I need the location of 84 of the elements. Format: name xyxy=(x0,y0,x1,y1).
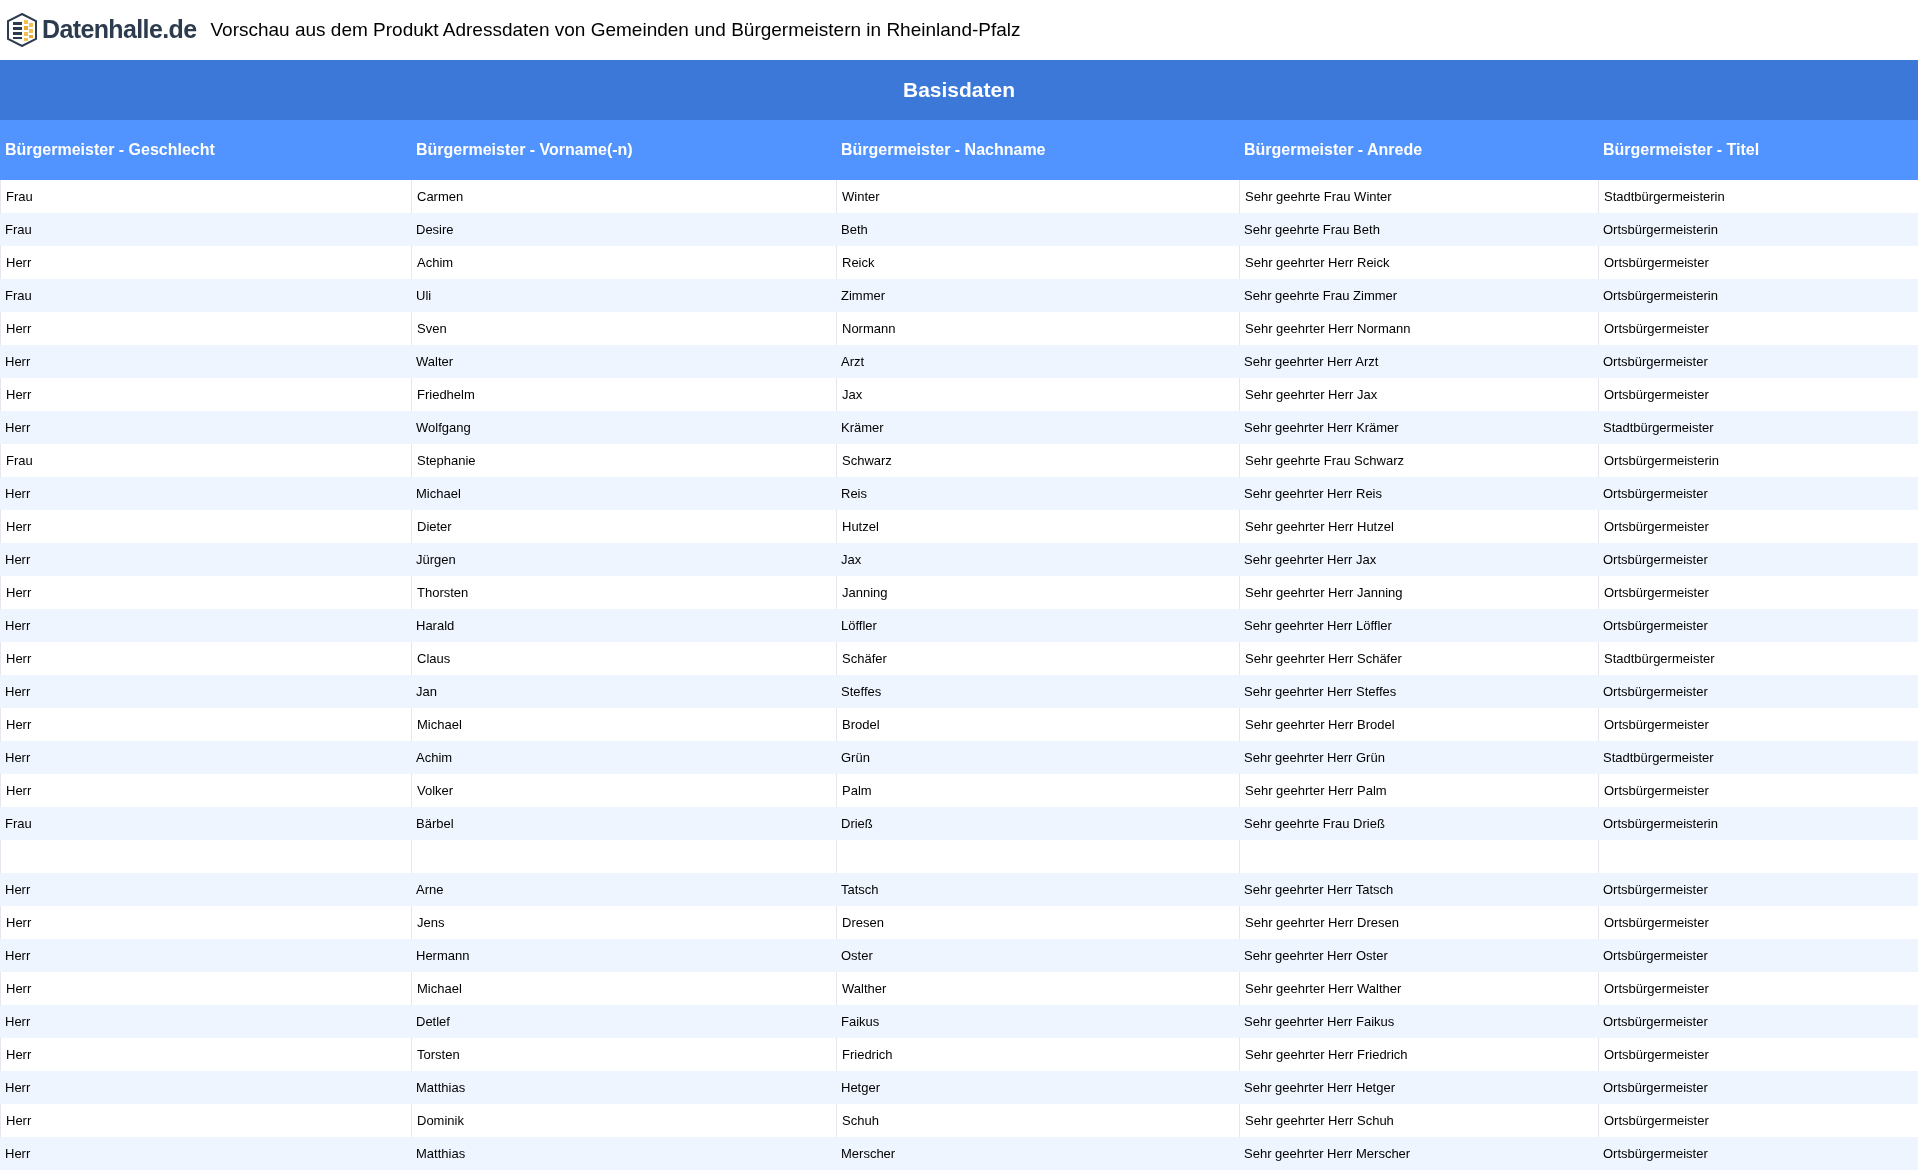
table-cell-text: Sehr geehrter Herr Arzt xyxy=(1243,352,1380,371)
table-cell-text: Tatsch xyxy=(840,880,880,899)
table-cell-text: Merscher xyxy=(840,1144,897,1163)
table-cell-text: Bärbel xyxy=(415,814,455,833)
table-cell-text: Ortsbürgermeister xyxy=(1602,682,1709,701)
table-cell-text: Sehr geehrter Herr Faikus xyxy=(1243,1012,1396,1031)
column-header: Bürgermeister - Anrede xyxy=(1243,140,1424,160)
page-title: Vorschau aus dem Produkt Adressdaten von Gemeinden und Bürgermeistern in Rheinland-Pfalz xyxy=(210,17,1021,42)
table-cell-text: Beth xyxy=(840,220,869,239)
table-cell-text: Steffes xyxy=(840,682,883,701)
table-cell-text: Ortsbürgermeister xyxy=(1602,616,1709,635)
table-cell-text: Herr xyxy=(4,484,32,503)
table-cell-text: Herr xyxy=(4,682,32,701)
table-cell-text: Sehr geehrter Herr Jax xyxy=(1243,550,1378,569)
table-cell-text: Reis xyxy=(840,484,868,503)
table-cell-text: Ortsbürgermeister xyxy=(1602,1012,1709,1031)
table-cell-text: Frau xyxy=(4,814,33,833)
table-cell-text: Herr xyxy=(4,946,32,965)
table-cell-text: Sehr geehrte Frau Beth xyxy=(1243,220,1381,239)
table-cell-text: Sehr geehrte Frau Drieß xyxy=(1243,814,1386,833)
table-cell-text: Achim xyxy=(415,748,454,767)
table-cell-text: Matthias xyxy=(415,1078,467,1097)
table-cell-text: Oster xyxy=(840,946,874,965)
table-cell-text: Frau xyxy=(4,220,33,239)
table-cell-text: Arzt xyxy=(840,352,866,371)
section-header: Basisdaten xyxy=(0,60,1918,120)
logo-text[interactable]: Datenhalle.de xyxy=(42,11,197,49)
table-cell-text: Sehr geehrter Herr Reis xyxy=(1243,484,1383,503)
table-cell-text: Ortsbürgermeister xyxy=(1602,946,1709,965)
table-cell-text: Ortsbürgermeisterin xyxy=(1602,220,1719,239)
table-cell-text: Sehr geehrter Herr Oster xyxy=(1243,946,1389,965)
table-cell-text: Frau xyxy=(4,286,33,305)
logo-icon xyxy=(6,13,38,47)
table-cell-text: Stadtbürgermeister xyxy=(1602,748,1715,767)
table-cell-text: Faikus xyxy=(840,1012,881,1031)
table-cell-text: Krämer xyxy=(840,418,885,437)
table-cell-text: Herr xyxy=(4,880,32,899)
table-cell-text: Ortsbürgermeister xyxy=(1602,352,1709,371)
table-cell-text: Ortsbürgermeisterin xyxy=(1602,286,1719,305)
table-cell-text: Walter xyxy=(415,352,455,371)
table-cell-text: Ortsbürgermeister xyxy=(1602,1144,1709,1163)
table-cell-text: Drieß xyxy=(840,814,874,833)
table-cell-text: Uli xyxy=(415,286,433,305)
table-cell-text: Michael xyxy=(415,484,462,503)
table-cell-text: Zimmer xyxy=(840,286,887,305)
table-cell-text: Matthias xyxy=(415,1144,467,1163)
table-cell-text: Sehr geehrter Herr Krämer xyxy=(1243,418,1400,437)
table-cell-text: Sehr geehrter Herr Grün xyxy=(1243,748,1386,767)
column-header: Bürgermeister - Geschlecht xyxy=(4,140,216,160)
column-header: Bürgermeister - Nachname xyxy=(840,140,1047,160)
table-cell-text: Grün xyxy=(840,748,871,767)
column-header: Bürgermeister - Vorname(-n) xyxy=(415,140,634,160)
table-cell-text: Desire xyxy=(415,220,455,239)
table-cell-text: Ortsbürgermeister xyxy=(1602,1078,1709,1097)
table-cell-text: Herr xyxy=(4,1144,32,1163)
table-cell-text: Herr xyxy=(4,616,32,635)
table-cell-text: Herr xyxy=(4,748,32,767)
table-cell-text: Jax xyxy=(840,550,863,569)
table-cell-text: Sehr geehrter Herr Steffes xyxy=(1243,682,1398,701)
table-cell-text: Hermann xyxy=(415,946,471,965)
table-cell-text: Harald xyxy=(415,616,456,635)
column-header: Bürgermeister - Titel xyxy=(1602,140,1761,160)
table-cell-text: Herr xyxy=(4,1012,32,1031)
table-cell-text: Herr xyxy=(4,352,32,371)
table-cell-text: Arne xyxy=(415,880,445,899)
table-cell-text: Ortsbürgermeister xyxy=(1602,484,1709,503)
table-cell-text: Stadtbürgermeister xyxy=(1602,418,1715,437)
table-cell-text: Jan xyxy=(415,682,438,701)
table-cell-text: Sehr geehrter Herr Merscher xyxy=(1243,1144,1412,1163)
table-cell-text: Sehr geehrter Herr Tatsch xyxy=(1243,880,1395,899)
table-cell-text: Herr xyxy=(4,1078,32,1097)
table-cell-text: Löffler xyxy=(840,616,878,635)
table-cell-text: Jürgen xyxy=(415,550,457,569)
table-cell-text: Hetger xyxy=(840,1078,882,1097)
table-cell-text: Sehr geehrter Herr Löffler xyxy=(1243,616,1393,635)
table-cell-text: Detlef xyxy=(415,1012,451,1031)
table-cell-text: Wolfgang xyxy=(415,418,472,437)
table-cell-text: Ortsbürgermeisterin xyxy=(1602,814,1719,833)
table-cell-text: Ortsbürgermeister xyxy=(1602,550,1709,569)
table-cell-text: Sehr geehrter Herr Hetger xyxy=(1243,1078,1396,1097)
table-cell-text: Sehr geehrte Frau Zimmer xyxy=(1243,286,1399,305)
table-cell-text: Herr xyxy=(4,550,32,569)
table-cell-text: Herr xyxy=(4,418,32,437)
table-cell-text: Ortsbürgermeister xyxy=(1602,880,1709,899)
